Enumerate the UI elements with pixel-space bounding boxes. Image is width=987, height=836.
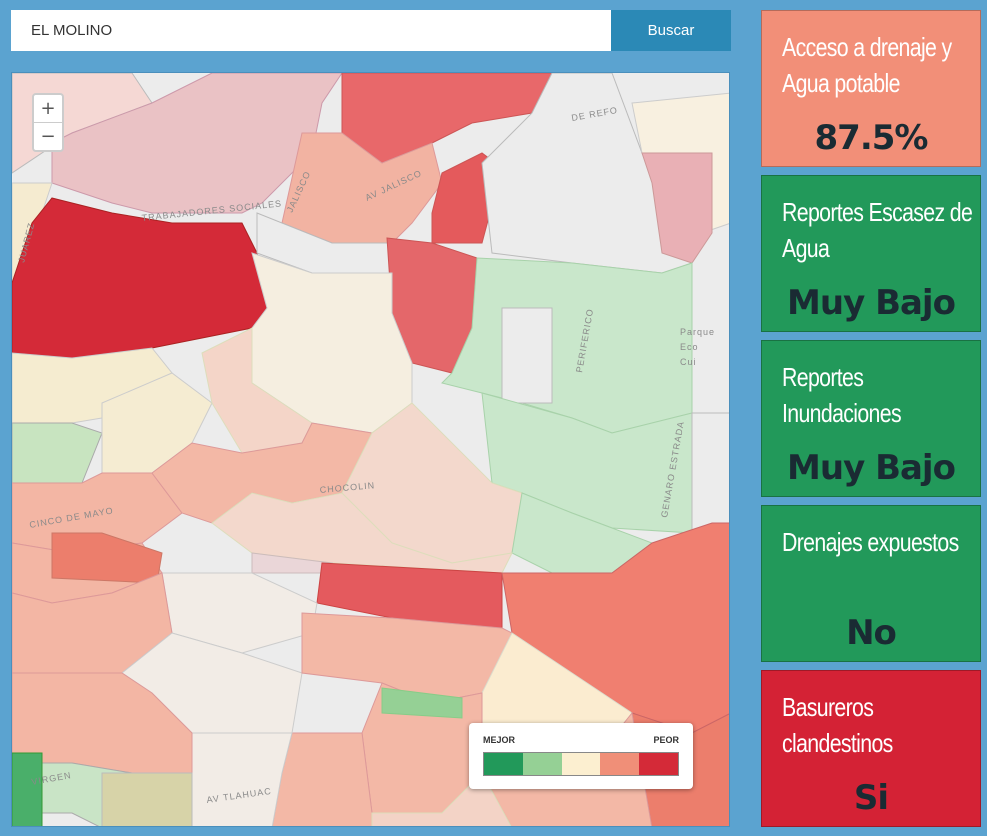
card-value: Muy Bajo <box>787 283 956 323</box>
zoom-out-button[interactable]: − <box>34 122 62 150</box>
card-title: Reportes Escasez de Agua <box>782 197 973 263</box>
street-label: Parque <box>680 327 715 337</box>
legend-low-label: MEJOR <box>483 735 516 745</box>
card-title: Acceso a drenaje y Agua potable <box>782 32 952 98</box>
legend-swatch <box>522 753 562 775</box>
card-title: Reportes Inundaciones <box>782 362 902 428</box>
indicator-panel: Acceso a drenaje y Agua potable 87.5% Re… <box>761 10 981 835</box>
indicator-card-drenajes-expuestos: Drenajes expuestos No <box>761 505 981 662</box>
legend-swatch <box>484 753 523 775</box>
map-region <box>101 772 193 826</box>
map-region <box>691 412 729 534</box>
search-input[interactable] <box>11 10 611 51</box>
indicator-card-drenaje-agua: Acceso a drenaje y Agua potable 87.5% <box>761 10 981 167</box>
search-bar: Buscar <box>11 10 731 51</box>
legend-high-label: PEOR <box>653 735 679 745</box>
card-value: No <box>846 613 897 653</box>
map-region <box>501 307 553 404</box>
zoom-control: + − <box>32 93 64 152</box>
indicator-card-escasez-agua: Reportes Escasez de Agua Muy Bajo <box>761 175 981 332</box>
card-value: Muy Bajo <box>787 448 956 488</box>
card-title: Basureros clandestinos <box>782 692 893 758</box>
street-label: Eco <box>680 342 699 352</box>
map-legend: MEJOR PEOR <box>469 723 693 789</box>
indicator-card-inundaciones: Reportes Inundaciones Muy Bajo <box>761 340 981 497</box>
card-title: Drenajes expuestos <box>782 527 959 557</box>
search-button[interactable]: Buscar <box>611 10 731 51</box>
map-polygons: TRABAJADORES SOCIALES AV JALISCO JALISCO… <box>12 73 729 826</box>
choropleth-map[interactable]: TRABAJADORES SOCIALES AV JALISCO JALISCO… <box>11 72 730 827</box>
legend-swatch <box>639 753 678 775</box>
card-value: Si <box>853 778 889 818</box>
legend-color-scale <box>483 752 679 776</box>
zoom-in-button[interactable]: + <box>34 95 62 122</box>
street-label: Cui <box>680 357 697 367</box>
indicator-card-basureros: Basureros clandestinos Si <box>761 670 981 827</box>
map-region <box>12 752 43 826</box>
legend-swatch <box>600 753 640 775</box>
card-value: 87.5% <box>814 118 929 158</box>
legend-swatch <box>561 753 601 775</box>
